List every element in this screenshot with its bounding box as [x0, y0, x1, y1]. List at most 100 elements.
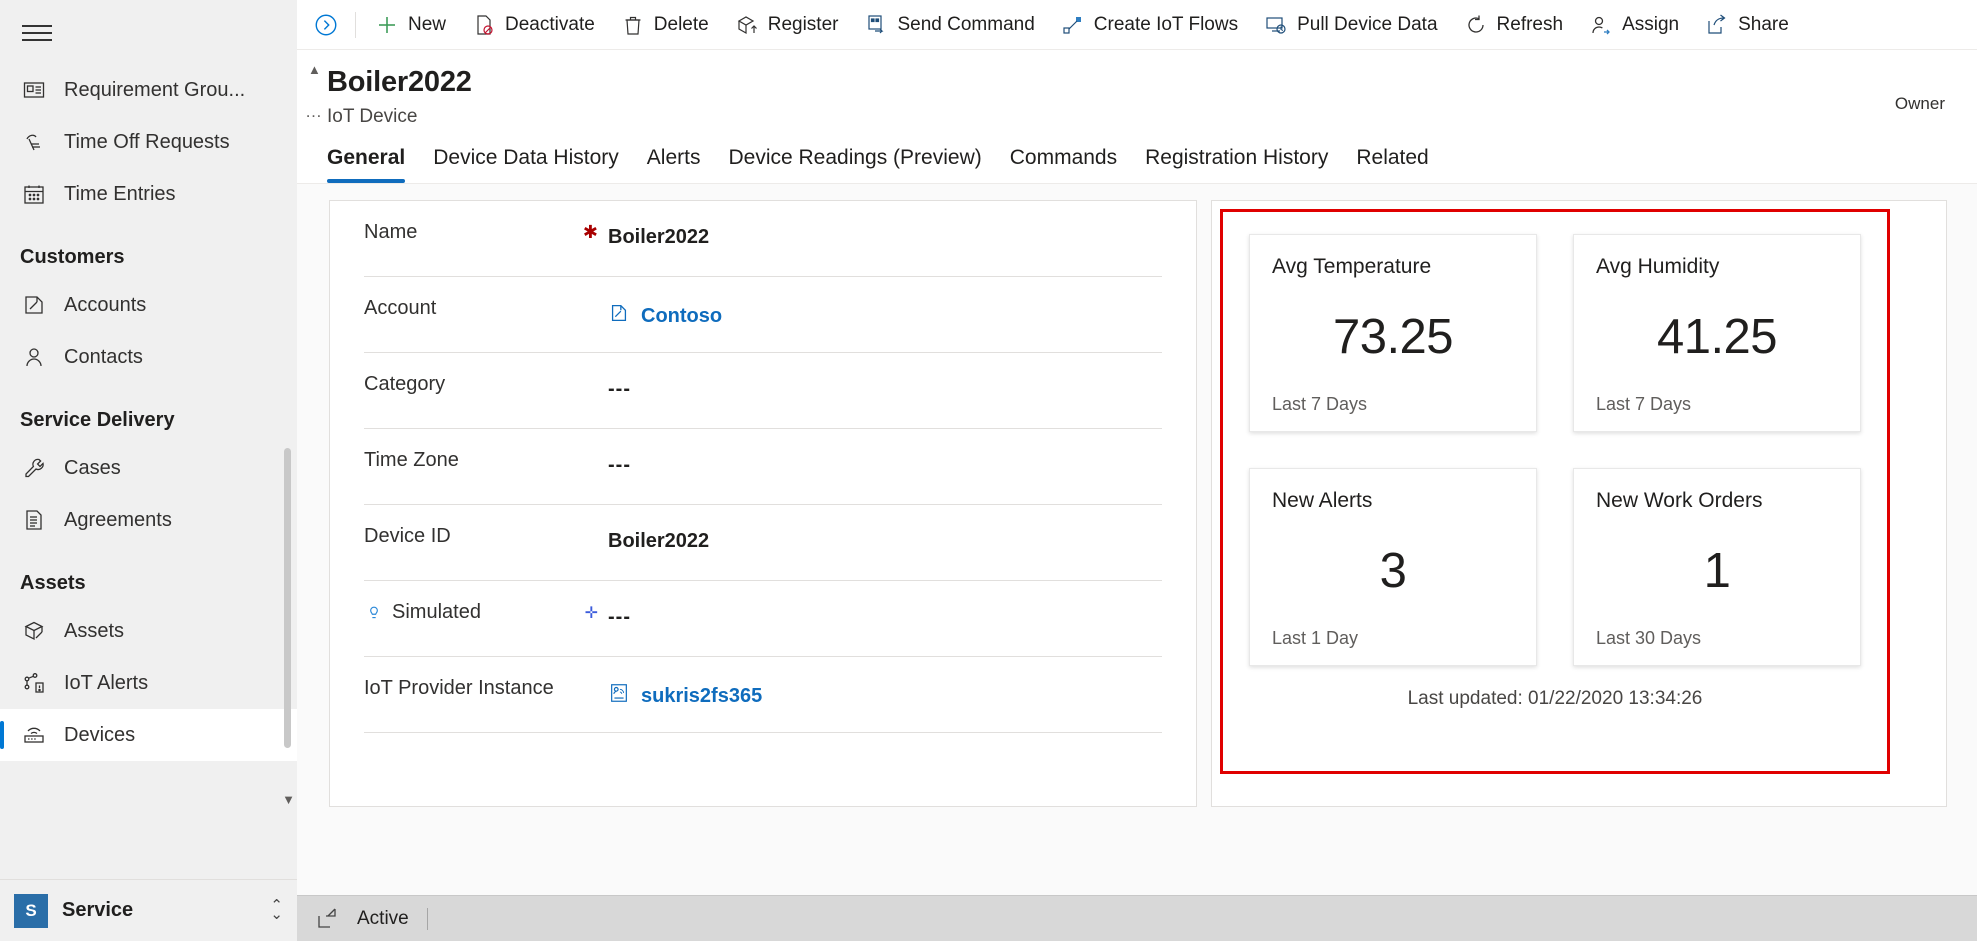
field-value-account[interactable]: Contoso [608, 297, 722, 330]
field-label-text: Time Zone [364, 449, 459, 472]
chevron-down-icon[interactable]: ▼ [282, 792, 295, 807]
cmd-label: Create IoT Flows [1093, 13, 1239, 35]
form-column-left: Name ✱ Boiler2022 Account Contoso Catego… [297, 200, 1197, 895]
overflow-dots-icon[interactable]: … [305, 102, 323, 122]
sidebar-item-label: Time Entries [64, 182, 176, 205]
cmd-label: Pull Device Data [1297, 13, 1438, 35]
kpi-title: Avg Temperature [1272, 255, 1432, 279]
deactivate-icon [472, 13, 496, 37]
refresh-button[interactable]: Refresh [1451, 0, 1577, 50]
chevron-updown-icon[interactable]: ⌃ ⌄ [270, 898, 283, 922]
calendar-icon [20, 180, 48, 208]
share-icon [1705, 13, 1729, 37]
collapse-header-icon[interactable]: ▲ [308, 62, 321, 77]
account-lookup-icon [608, 302, 630, 330]
sidebar-item-contacts[interactable]: Contacts [0, 331, 297, 383]
new-button[interactable]: New [362, 0, 459, 50]
deactivate-button[interactable]: Deactivate [459, 0, 608, 50]
record-header: ▲ … Boiler2022 IoT Device Owner [297, 50, 1977, 129]
sidebar-item-label: Time Off Requests [64, 130, 230, 153]
field-label: Category [364, 373, 608, 396]
kpi-card-new-work-orders[interactable]: New Work Orders 1 Last 30 Days [1573, 468, 1861, 667]
sidebar-item-devices[interactable]: Devices [0, 709, 297, 761]
sidebar-item-agreements[interactable]: Agreements [0, 494, 297, 546]
field-value-link[interactable]: Contoso [641, 305, 722, 328]
main-content: New Deactivate Delete Register Send Comm… [297, 0, 1977, 941]
tab-alerts[interactable]: Alerts [633, 146, 715, 183]
field-row-simulated: Simulated ✛ --- [364, 581, 1162, 658]
sidebar-item-time-off-requests[interactable]: Time Off Requests [0, 116, 297, 168]
cmd-label: Send Command [897, 13, 1035, 35]
sidebar-nav: Requirement Grou... Time Off Requests Ti… [0, 48, 297, 879]
sidebar-item-iot-alerts[interactable]: IoT Alerts [0, 657, 297, 709]
bulb-icon [364, 603, 384, 623]
field-label-text: IoT Provider Instance [364, 677, 554, 700]
register-button[interactable]: Register [722, 0, 852, 50]
form-body: Name ✱ Boiler2022 Account Contoso Catego… [297, 184, 1977, 895]
field-row-time-zone: Time Zone --- [364, 429, 1162, 506]
sidebar-group-service-delivery: Service Delivery [20, 409, 175, 431]
open-record-icon[interactable] [297, 907, 357, 931]
sidebar-item-assets[interactable]: Assets [0, 605, 297, 657]
tab-general[interactable]: General [327, 146, 419, 184]
field-value-text: --- [608, 378, 631, 401]
hamburger-bar [22, 25, 52, 27]
kpi-period: Last 1 Day [1272, 628, 1359, 649]
document-list-icon [20, 506, 48, 534]
required-indicator-icon: ✱ [582, 222, 598, 243]
general-field-panel: Name ✱ Boiler2022 Account Contoso Catego… [329, 200, 1197, 808]
kpi-card-avg-humidity[interactable]: Avg Humidity 41.25 Last 7 Days [1573, 234, 1861, 433]
hamburger-bar [22, 32, 52, 34]
tab-device-data-history[interactable]: Device Data History [419, 146, 633, 183]
tab-registration-history[interactable]: Registration History [1131, 146, 1342, 183]
refresh-icon [1464, 13, 1488, 37]
hamburger-icon[interactable] [22, 18, 56, 48]
sidebar-item-time-entries[interactable]: Time Entries [0, 168, 297, 220]
kpi-card-grid: Avg Temperature 73.25 Last 7 Days Avg Hu… [1249, 234, 1861, 667]
share-button[interactable]: Share [1692, 0, 1802, 50]
field-row-device-id: Device ID Boiler2022 [364, 505, 1162, 582]
delete-button[interactable]: Delete [608, 0, 722, 50]
cmd-label: New [408, 13, 447, 35]
app-switcher[interactable]: S Service ⌃ ⌄ [0, 879, 297, 941]
kpi-value: 3 [1379, 543, 1407, 598]
field-value-name[interactable]: Boiler2022 [608, 221, 709, 249]
sidebar-item-cases[interactable]: Cases [0, 442, 297, 494]
contact-person-icon [20, 343, 48, 371]
field-value-text: Boiler2022 [608, 530, 710, 553]
owner-label: Owner [1894, 94, 1945, 113]
field-value-iot-provider[interactable]: sukris2fs365 [608, 677, 762, 710]
optional-indicator-icon: ✛ [584, 604, 598, 622]
plus-icon [375, 13, 399, 37]
chevron-right-circle-icon[interactable] [303, 0, 349, 50]
tab-device-readings-preview[interactable]: Device Readings (Preview) [714, 146, 995, 183]
pull-device-data-button[interactable]: Pull Device Data [1251, 0, 1450, 50]
kpi-highlight-annotation: Avg Temperature 73.25 Last 7 Days Avg Hu… [1220, 209, 1890, 775]
kpi-card-avg-temperature[interactable]: Avg Temperature 73.25 Last 7 Days [1249, 234, 1537, 433]
sidebar-item-accounts[interactable]: Accounts [0, 279, 297, 331]
tab-commands[interactable]: Commands [996, 146, 1131, 183]
field-value-simulated[interactable]: --- [608, 601, 631, 629]
iot-alerts-icon [20, 669, 48, 697]
field-value-time-zone[interactable]: --- [608, 449, 631, 477]
cmd-label: Delete [653, 13, 709, 35]
iot-provider-icon [608, 682, 630, 710]
field-value-device-id[interactable]: Boiler2022 [608, 525, 709, 553]
field-value-category[interactable]: --- [608, 373, 631, 401]
cmd-label: Share [1738, 13, 1789, 35]
requirement-group-icon [20, 76, 48, 104]
account-icon [20, 291, 48, 319]
sidebar-scrollbar[interactable] [284, 448, 291, 748]
field-label-text: Category [364, 373, 446, 396]
send-command-button[interactable]: Send Command [851, 0, 1047, 50]
assign-person-icon [1589, 13, 1613, 37]
kpi-value: 73.25 [1332, 309, 1454, 364]
assign-button[interactable]: Assign [1576, 0, 1692, 50]
field-value-link[interactable]: sukris2fs365 [641, 685, 762, 708]
create-iot-flows-button[interactable]: Create IoT Flows [1048, 0, 1251, 50]
tab-related[interactable]: Related [1342, 146, 1442, 183]
kpi-card-new-alerts[interactable]: New Alerts 3 Last 1 Day [1249, 468, 1537, 667]
cmd-label: Assign [1622, 13, 1680, 35]
field-value-text: --- [608, 606, 631, 629]
sidebar-item-requirement-groups[interactable]: Requirement Grou... [0, 64, 297, 116]
